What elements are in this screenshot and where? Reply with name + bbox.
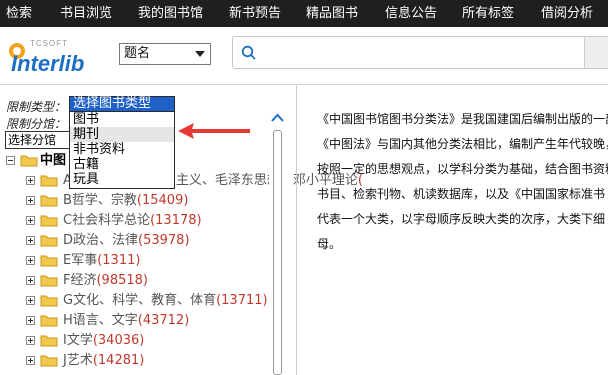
- scroll-up-icon[interactable]: [271, 108, 284, 127]
- expand-icon[interactable]: [26, 356, 35, 365]
- nav-item-browse[interactable]: 书目浏览: [60, 0, 112, 27]
- nav-item-my-library[interactable]: 我的图书馆: [138, 0, 203, 27]
- expand-icon[interactable]: [26, 196, 35, 205]
- type-option-toy[interactable]: 玩具: [70, 172, 174, 187]
- collapse-icon[interactable]: [6, 156, 15, 165]
- folder-icon: [40, 254, 58, 267]
- type-option-book[interactable]: 图书: [70, 112, 174, 127]
- folder-icon: [40, 214, 58, 227]
- type-option-ancient[interactable]: 古籍: [70, 157, 174, 172]
- nav-item-featured[interactable]: 精品图书: [306, 0, 358, 27]
- tree-item-label: G文化、科学、教育、体育(13711): [63, 293, 268, 308]
- folder-icon: [40, 194, 58, 207]
- scroll-thumb[interactable]: [273, 130, 282, 375]
- search-input[interactable]: [232, 36, 608, 69]
- tree-root-label: 中图: [40, 153, 67, 168]
- expand-icon[interactable]: [26, 236, 35, 245]
- expand-icon[interactable]: [26, 336, 35, 345]
- chevron-down-icon: [195, 51, 205, 57]
- folder-icon: [40, 354, 58, 367]
- folder-icon: [40, 294, 58, 307]
- type-select[interactable]: 选择图书类型: [69, 96, 175, 112]
- red-arrow-annotation: [178, 121, 253, 145]
- logo-small-text: TCSOFT: [30, 39, 68, 48]
- search-field-value: 题名: [124, 46, 151, 61]
- expand-icon[interactable]: [26, 256, 35, 265]
- description-line: 代表一个大类，以字母顺序反映大类的次序，大类下细: [317, 212, 606, 226]
- folder-icon: [40, 334, 58, 347]
- library-select[interactable]: 选择分馆: [5, 131, 75, 149]
- expand-icon[interactable]: [26, 316, 35, 325]
- expand-icon[interactable]: [26, 176, 35, 185]
- expand-icon[interactable]: [26, 296, 35, 305]
- type-options-list: 图书 期刊 非书资料 古籍 玩具: [69, 111, 175, 189]
- folder-icon: [40, 234, 58, 247]
- folder-icon: [40, 314, 58, 327]
- expand-icon[interactable]: [26, 216, 35, 225]
- description-line: 《中国图书馆图书分类法》是我国建国后编制出版的一部: [317, 112, 608, 126]
- header: TCSOFT Interlib 题名: [0, 27, 608, 83]
- expand-icon[interactable]: [26, 276, 35, 285]
- tree-item-label: I文学(34036): [63, 333, 145, 348]
- tree-item-label: E军事(1311): [63, 253, 141, 268]
- description-line: 母。: [317, 237, 342, 251]
- tree-item-label: H语言、文字(43712): [63, 313, 190, 328]
- description-line: 书目、检索刊物、机读数据库，以及《中国国家标准书: [317, 187, 606, 201]
- type-filter-label: 限制类型：: [6, 100, 67, 114]
- tree-item-label: J艺术(14281): [63, 353, 145, 368]
- library-filter-label: 限制分馆：: [6, 117, 67, 131]
- folder-open-icon: [20, 154, 38, 167]
- description-line: 按照一定的思想观点，以学科分类为基础，结合图书资料: [317, 162, 608, 176]
- nav-item-tags[interactable]: 所有标签: [462, 0, 514, 27]
- description-line: 《中图法》与国内其他分类法相比，编制产生年代较晚，: [317, 137, 608, 151]
- search-button[interactable]: [584, 37, 608, 68]
- top-nav-bar: 检索 书目浏览 我的图书馆 新书预告 精品图书 信息公告 所有标签 借阅分析: [0, 0, 608, 27]
- logo-text: Interlib: [11, 51, 85, 76]
- nav-item-analysis[interactable]: 借阅分析: [541, 0, 593, 27]
- tree-item-label: F经济(98518): [63, 273, 148, 288]
- tree-item-label: C社会科学总论(13178): [63, 213, 202, 228]
- classification-description: 《中国图书馆图书分类法》是我国建国后编制出版的一部 《中图法》与国内其他分类法相…: [297, 85, 608, 375]
- nav-item-search[interactable]: 检索: [6, 0, 32, 27]
- tree-item-label: B哲学、宗教(15409): [63, 193, 189, 208]
- type-option-nonbook[interactable]: 非书资料: [70, 142, 174, 157]
- search-icon: [241, 45, 257, 65]
- interlib-logo[interactable]: TCSOFT Interlib: [6, 37, 106, 77]
- search-field-select[interactable]: 题名: [119, 43, 211, 65]
- folder-icon: [40, 274, 58, 287]
- tree-scrollbar[interactable]: [269, 108, 286, 375]
- folder-icon: [40, 174, 58, 187]
- nav-item-new-books[interactable]: 新书预告: [229, 0, 281, 27]
- nav-item-announcements[interactable]: 信息公告: [385, 0, 437, 27]
- tree-item-label: D政治、法律(53978): [63, 233, 190, 248]
- type-option-journal[interactable]: 期刊: [70, 127, 174, 142]
